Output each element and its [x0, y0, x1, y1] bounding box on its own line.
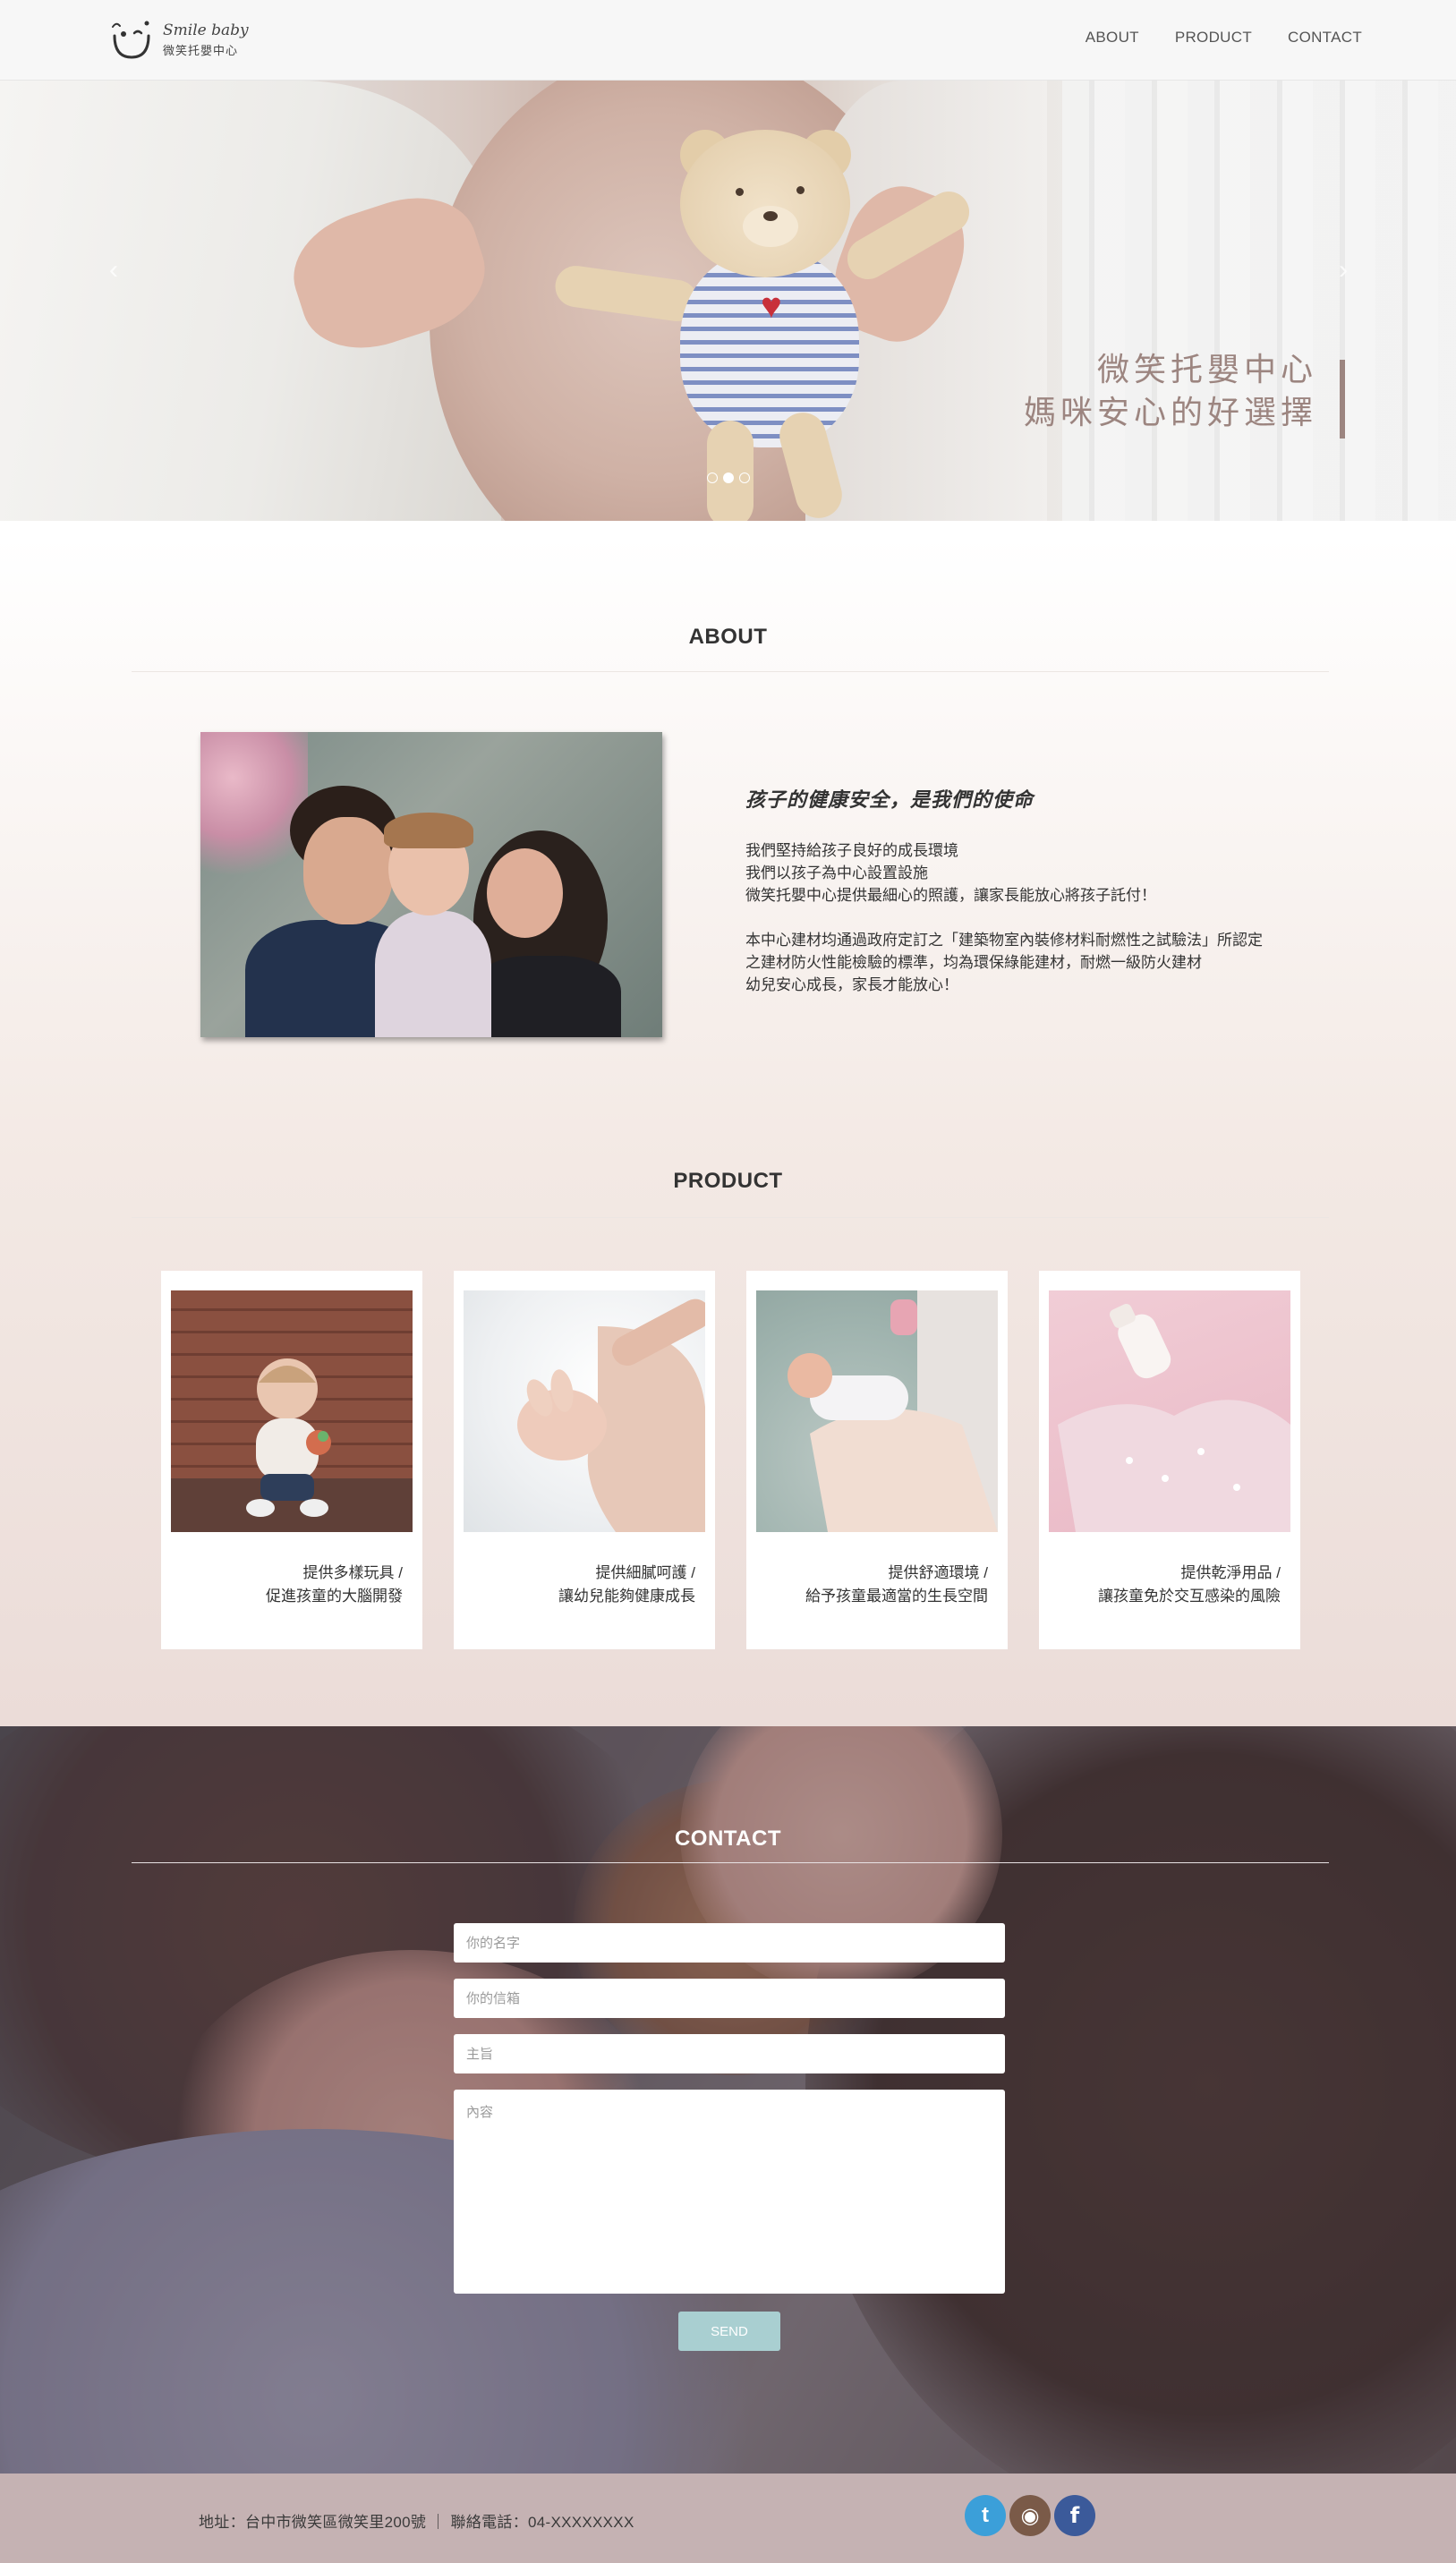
nav-links: ABOUT PRODUCT CONTACT [1086, 29, 1362, 47]
product-image-care [464, 1290, 705, 1532]
carousel-dot-3[interactable] [739, 473, 750, 483]
email-input[interactable] [454, 1979, 1005, 2018]
product-caption-line: 促進孩童的大腦開發 [266, 1588, 403, 1605]
contact-divider [132, 1862, 1329, 1863]
contact-section-title: CONTACT [674, 1826, 782, 1851]
bear-eye-right [796, 186, 805, 194]
about-section-title: ABOUT [688, 625, 768, 649]
product-card-care[interactable]: 提供細膩呵護 / 讓幼兒能夠健康成長 [454, 1271, 715, 1649]
carousel-prev-icon[interactable]: ‹ [109, 255, 118, 285]
product-caption-line: 讓幼兒能夠健康成長 [558, 1588, 695, 1605]
send-button[interactable]: SEND [678, 2312, 780, 2351]
hero-photo-curtain [1062, 81, 1456, 521]
carousel-dot-1[interactable] [707, 473, 718, 483]
social-links: t ◉ f [965, 2495, 1095, 2536]
hero-caption: 微笑托嬰中心 媽咪安心的好選擇 [1024, 349, 1317, 435]
top-navbar: Smile baby 微笑托嬰中心 ABOUT PRODUCT CONTACT [0, 0, 1456, 81]
footer: 地址：台中市微笑區微笑里200號 ｜ 聯絡電話：04-XXXXXXXX t ◉ … [0, 2474, 1456, 2563]
name-input[interactable] [454, 1923, 1005, 1963]
product-card-environment[interactable]: 提供舒適環境 / 給予孩童最適當的生長空間 [746, 1271, 1008, 1649]
carousel-dot-2[interactable] [723, 473, 734, 483]
smile-logo-icon [112, 21, 150, 59]
product-card-toys[interactable]: 提供多樣玩具 / 促進孩童的大腦開發 [161, 1271, 422, 1649]
product-caption-care: 提供細膩呵護 / 讓幼兒能夠健康成長 [558, 1562, 695, 1608]
bear-head [680, 130, 850, 277]
twitter-icon[interactable]: t [965, 2495, 1006, 2536]
nav-link-contact[interactable]: CONTACT [1288, 29, 1362, 47]
bear-body [680, 251, 859, 447]
about-line: 幼兒安心成長，家長才能放心！ [745, 976, 958, 993]
about-line: 本中心建材均通過政府定訂之「建築物室內裝修材料耐燃性之試驗法」所認定 [745, 932, 1263, 949]
product-caption-line: 提供細膩呵護 / [595, 1564, 695, 1581]
instagram-icon[interactable]: ◉ [1009, 2495, 1051, 2536]
subject-input[interactable] [454, 2034, 1005, 2073]
footer-contact-info: 地址：台中市微笑區微笑里200號 ｜ 聯絡電話：04-XXXXXXXX [199, 2514, 634, 2531]
nav-link-product[interactable]: PRODUCT [1175, 29, 1252, 47]
hero-subtitle: 媽咪安心的好選擇 [1023, 395, 1317, 431]
bear-nose [763, 211, 778, 221]
nav-link-about[interactable]: ABOUT [1086, 29, 1139, 47]
product-section-title: PRODUCT [673, 1169, 783, 1193]
product-divider [132, 1217, 1329, 1218]
bear-leg-left [707, 421, 754, 521]
about-divider [132, 671, 1329, 672]
hero-caption-bar [1340, 360, 1345, 439]
about-line: 我們以孩子為中心設置設施 [745, 864, 928, 881]
hero-title: 微笑托嬰中心 [1096, 352, 1317, 388]
product-image-toys [171, 1290, 413, 1532]
product-caption-line: 給予孩童最適當的生長空間 [805, 1588, 988, 1605]
hero-carousel: ♥ 微笑托嬰中心 媽咪安心的好選擇 ‹ › [0, 81, 1456, 521]
about-family-photo [200, 732, 662, 1037]
product-caption-line: 提供多樣玩具 / [302, 1564, 403, 1581]
carousel-indicators [707, 473, 750, 483]
product-caption-environment: 提供舒適環境 / 給予孩童最適當的生長空間 [805, 1562, 988, 1608]
about-text-block: 孩子的健康安全，是我們的使命 我們堅持給孩子良好的成長環境 我們以孩子為中心設置… [745, 784, 1318, 996]
product-caption-toys: 提供多樣玩具 / 促進孩童的大腦開發 [266, 1562, 403, 1608]
heart-icon: ♥ [761, 286, 782, 326]
facebook-icon[interactable]: f [1054, 2495, 1095, 2536]
about-line: 之建材防火性能檢驗的標準，均為環保綠能建材，耐燃一級防火建材 [745, 954, 1202, 971]
about-heading: 孩子的健康安全，是我們的使命 [745, 788, 1035, 811]
product-image-supplies [1049, 1290, 1290, 1532]
logo-english-text: Smile baby [163, 21, 249, 39]
message-textarea[interactable] [454, 2090, 1005, 2294]
logo[interactable]: Smile baby 微笑托嬰中心 [107, 16, 260, 64]
product-caption-line: 讓孩童免於交互感染的風險 [1098, 1588, 1281, 1605]
product-caption-line: 提供乾淨用品 / [1180, 1564, 1281, 1581]
logo-chinese-text: 微笑托嬰中心 [163, 45, 239, 58]
product-caption-line: 提供舒適環境 / [888, 1564, 988, 1581]
carousel-next-icon[interactable]: › [1339, 255, 1348, 285]
about-line: 微笑托嬰中心提供最細心的照護，讓家長能放心將孩子託付！ [745, 887, 1156, 904]
about-line: 我們堅持給孩子良好的成長環境 [745, 842, 958, 859]
contact-section: CONTACT SEND [0, 1726, 1456, 2474]
product-card-supplies[interactable]: 提供乾淨用品 / 讓孩童免於交互感染的風險 [1039, 1271, 1300, 1649]
product-cards: 提供多樣玩具 / 促進孩童的大腦開發 提供細膩呵護 / 讓幼兒能夠健康成長 提供… [161, 1271, 1300, 1649]
product-caption-supplies: 提供乾淨用品 / 讓孩童免於交互感染的風險 [1098, 1562, 1281, 1608]
product-image-environment [756, 1290, 998, 1532]
bear-eye-left [736, 188, 744, 196]
